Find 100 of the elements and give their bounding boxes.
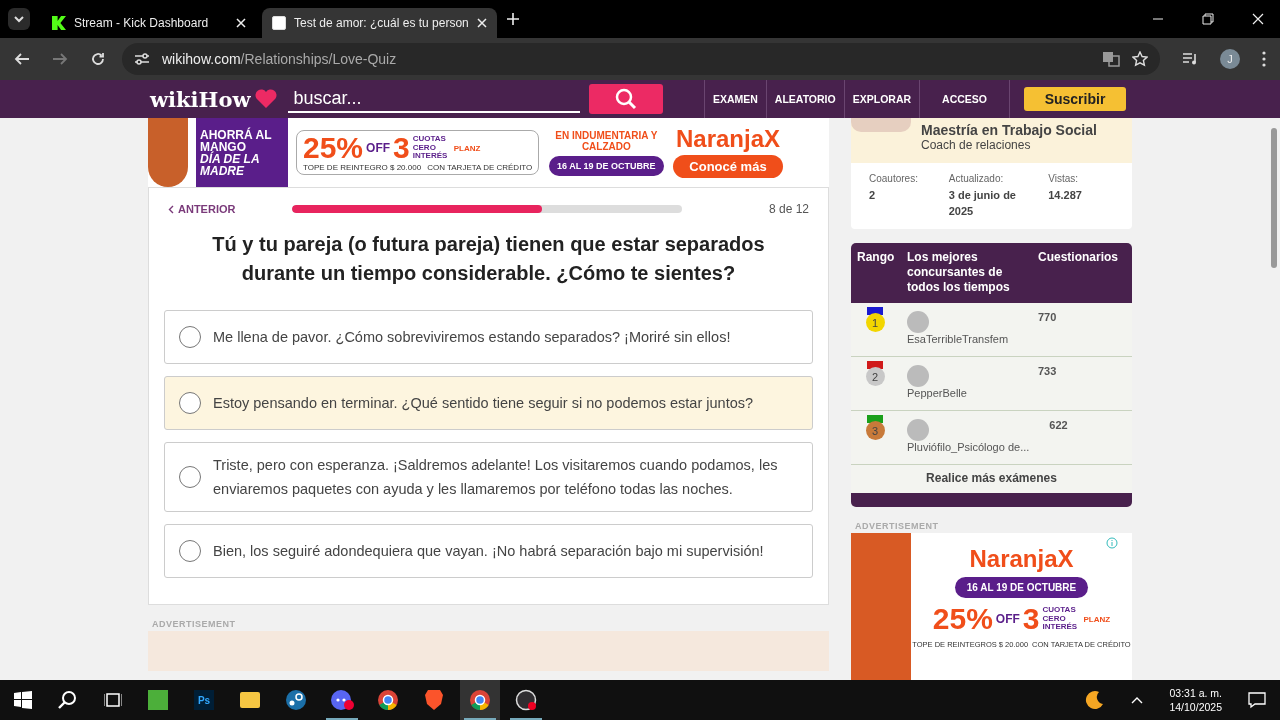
quiz-count: 622 bbox=[1048, 419, 1069, 431]
user-name[interactable]: PepperBelle bbox=[907, 387, 1018, 399]
url-text: wikihow.com/Relationships/Love-Quiz bbox=[162, 51, 397, 67]
chrome-icon bbox=[469, 689, 491, 711]
cta-button[interactable]: Conocé más bbox=[673, 155, 783, 178]
column-header: Los mejores concursantes de todos los tiempos bbox=[907, 250, 1011, 295]
dates-pill: 16 AL 19 DE OCTUBRE bbox=[549, 155, 664, 176]
search-icon[interactable] bbox=[58, 690, 78, 710]
answer-text: Estoy pensando en terminar. ¿Qué sentido tiene seguir si no podemos estar juntos? bbox=[213, 394, 754, 413]
tab-title: Test de amor: ¿cuál es tu person bbox=[294, 16, 469, 30]
moon-icon[interactable] bbox=[1085, 690, 1106, 710]
close-icon[interactable] bbox=[236, 18, 246, 28]
reload-icon[interactable] bbox=[90, 51, 106, 67]
wikihow-logo[interactable]: wikiHow bbox=[150, 86, 251, 112]
question-counter: 8 de 12 bbox=[767, 202, 809, 216]
forward-arrow-icon[interactable] bbox=[52, 51, 68, 67]
radio-circle[interactable] bbox=[179, 540, 201, 562]
taskbar-app[interactable]: Ps bbox=[184, 680, 224, 720]
browser-tab[interactable]: Test de amor: ¿cuál es tu person bbox=[262, 8, 497, 38]
search-icon bbox=[614, 88, 637, 110]
chrome-icon bbox=[377, 689, 399, 711]
card-text: CON TARJETA DE CRÉDITO bbox=[427, 163, 533, 172]
quiz-count: 733 bbox=[1037, 365, 1058, 377]
task-view-icon[interactable] bbox=[104, 691, 122, 709]
address-bar[interactable]: wikihow.com/Relationships/Love-Quiz bbox=[122, 43, 1160, 75]
user-name[interactable]: Pluviófilo_Psicólogo de... bbox=[907, 441, 1030, 453]
quiz-count: 770 bbox=[1037, 311, 1058, 323]
brand-logo: NaranjaX bbox=[969, 547, 1074, 571]
stat-value: 3 de junio de 2025 bbox=[948, 188, 1017, 219]
star-icon[interactable] bbox=[1132, 51, 1148, 67]
dates-pill: 16 AL 19 DE OCTUBRE bbox=[954, 577, 1089, 598]
stat-value: 2 bbox=[869, 188, 877, 203]
search-field[interactable]: buscar... bbox=[287, 85, 580, 113]
tab-title: Stream - Kick Dashboard bbox=[74, 16, 210, 30]
search-button[interactable] bbox=[588, 84, 663, 114]
media-queue-icon[interactable] bbox=[1182, 52, 1198, 66]
brand-logo: NaranjaX bbox=[675, 127, 780, 151]
author-credentials: Maestría en Trabajo Social bbox=[921, 122, 1097, 138]
clock-date[interactable]: 14/10/2025 bbox=[1169, 700, 1222, 714]
folder-icon bbox=[240, 692, 260, 708]
avatar-circle bbox=[907, 311, 929, 333]
more-menu-icon[interactable] bbox=[1262, 51, 1266, 67]
answer-text: Bien, los seguiré adondequiera que vayan. ¡No habrá separación bajo mi supervisión! bbox=[213, 542, 764, 561]
radio-circle[interactable] bbox=[179, 326, 201, 348]
notification-icon[interactable] bbox=[1248, 691, 1266, 709]
answer-option[interactable]: Bien, los seguiré adondequiera que vayan. ¡No habrá separación bajo mi supervisión! bbox=[164, 524, 813, 578]
radio-circle[interactable] bbox=[179, 392, 201, 414]
advertisement-label: ADVERTISEMENT bbox=[152, 619, 237, 629]
stat-label: Vistas: bbox=[1048, 173, 1080, 184]
plan-text: PLANZ bbox=[1083, 614, 1111, 624]
clock-time[interactable]: 03:31 a. m. bbox=[1169, 686, 1222, 700]
user-name[interactable]: EsaTerribleTransfem bbox=[907, 333, 1018, 345]
chevron-up-icon[interactable] bbox=[1131, 696, 1144, 704]
off-text: OFF bbox=[366, 141, 391, 155]
installments-number: 3 bbox=[1022, 604, 1040, 634]
photoshop-icon: Ps bbox=[194, 690, 214, 710]
cap-text: TOPE DE REINTEGRO $ 20.000 bbox=[303, 163, 422, 172]
radio-circle[interactable] bbox=[179, 466, 201, 488]
steam-icon bbox=[285, 689, 307, 711]
avatar-circle bbox=[907, 419, 929, 441]
installments-text: CUOTAS CERO INTERÉS bbox=[412, 135, 449, 161]
discount-text: 25% bbox=[932, 604, 993, 634]
windows-start-icon[interactable] bbox=[14, 691, 32, 709]
off-text: OFF bbox=[995, 612, 1020, 626]
answer-option[interactable]: Me llena de pavor. ¿Cómo sobreviviremos estando separados? ¡Moriré sin ellos! bbox=[164, 310, 813, 364]
favicon-icon bbox=[272, 16, 286, 30]
author-role: Coach de relaciones bbox=[921, 138, 1032, 152]
chevron-icon bbox=[13, 15, 25, 23]
installments-text: CUOTAS CERO INTERÉS bbox=[1042, 606, 1079, 632]
stat-value: 14.287 bbox=[1048, 188, 1083, 203]
answer-option[interactable]: Estoy pensando en terminar. ¿Qué sentido tiene seguir si no podemos estar juntos? bbox=[164, 376, 813, 430]
advertisement-label: ADVERTISEMENT bbox=[855, 521, 940, 531]
discount-text: 25% bbox=[303, 133, 364, 163]
category-text: EN INDUMENTARIA Y CALZADO bbox=[554, 129, 659, 152]
restore-icon[interactable] bbox=[1202, 13, 1214, 25]
close-icon[interactable] bbox=[1252, 13, 1264, 25]
column-header: Rango bbox=[857, 250, 896, 266]
question-text: Tú y tu pareja (o futura pareja) tienen que estar separados durante un tiempo considerable. ¿Cómo te sientes? bbox=[211, 232, 766, 286]
discord-icon bbox=[330, 689, 354, 711]
tab-search-button[interactable] bbox=[8, 8, 30, 30]
site-settings-icon bbox=[134, 52, 150, 66]
browser-tab[interactable]: Stream - Kick Dashboard bbox=[42, 8, 256, 38]
installments-number: 3 bbox=[393, 133, 410, 163]
ad-slogan: AHORRÁ AL MANGO DÍA DE LA MADRE bbox=[196, 118, 288, 187]
new-tab-icon[interactable] bbox=[506, 13, 519, 25]
stat-label: Actualizado: bbox=[948, 173, 1005, 184]
close-icon[interactable] bbox=[476, 18, 487, 28]
previous-link[interactable]: ANTERIOR bbox=[178, 203, 270, 215]
answer-text: Triste, pero con esperanza. ¡Saldremos adelante! Los visitaremos cuando podamos, les enviaremos paquetes con ayuda y les llamaremos por teléfono todas las noches. bbox=[213, 456, 779, 499]
taskbar-app[interactable] bbox=[460, 680, 500, 720]
avatar-circle bbox=[907, 365, 929, 387]
column-header: Cuestionarios bbox=[1038, 250, 1119, 266]
heart-icon bbox=[253, 89, 278, 109]
subscribe-button[interactable]: Suscribir bbox=[1024, 87, 1126, 111]
more-quizzes-link[interactable]: Realice más exámenes bbox=[851, 465, 1132, 493]
back-arrow-icon[interactable] bbox=[14, 51, 30, 67]
translate-icon[interactable] bbox=[1102, 51, 1120, 67]
chevron-left-icon bbox=[168, 204, 174, 214]
stat-label: Coautores: bbox=[869, 173, 919, 184]
answer-option[interactable]: Triste, pero con esperanza. ¡Saldremos adelante! Los visitaremos cuando podamos, les enviaremos paquetes con ayuda y les llamaremos por teléfono todas las noches. bbox=[164, 442, 813, 512]
